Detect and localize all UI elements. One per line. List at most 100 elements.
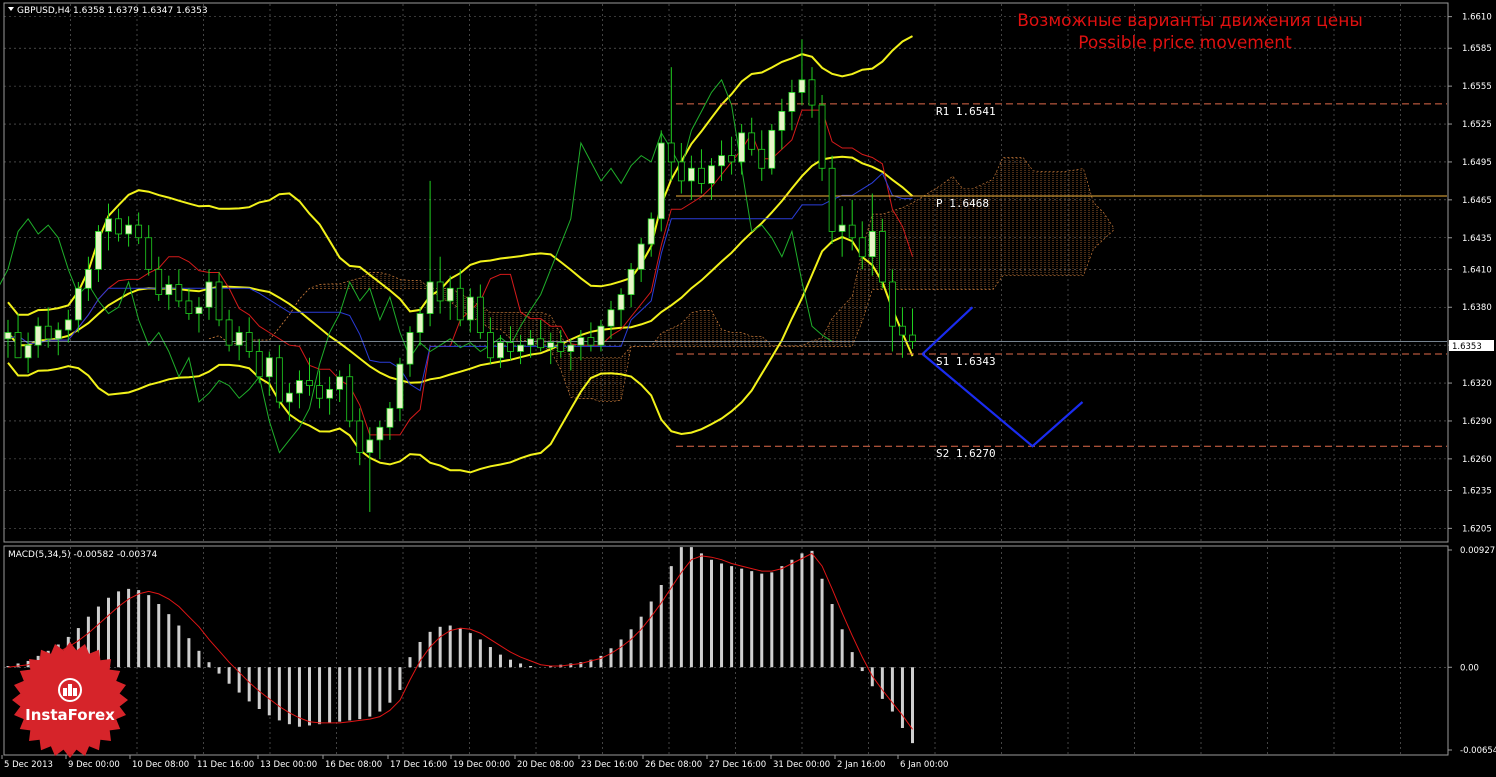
- candle-body: [14, 332, 22, 359]
- candle-body: [507, 342, 514, 352]
- price-tick-label: 1.6205: [1462, 524, 1492, 534]
- time-tick-label: 13 Dec 00:00: [260, 760, 317, 770]
- candle-body: [265, 357, 273, 378]
- instaforex-logo: InstaForex: [12, 642, 128, 758]
- candle-body: [446, 287, 454, 302]
- candle-body: [587, 337, 595, 346]
- candle-body: [155, 268, 163, 296]
- candle-body: [486, 332, 494, 359]
- time-tick-label: 26 Dec 08:00: [645, 760, 702, 770]
- time-tick-label: 9 Dec 00:00: [68, 760, 120, 770]
- candle-body: [577, 337, 585, 346]
- candle-body: [527, 338, 534, 346]
- chart-title: Возможные варианты движения цены: [1017, 11, 1363, 31]
- candle-body: [688, 167, 695, 182]
- price-tick-label: 1.6495: [1462, 158, 1492, 168]
- candle-body: [818, 104, 826, 169]
- candle-body: [547, 342, 555, 349]
- candle-body: [64, 319, 72, 331]
- candle-body: [728, 155, 735, 163]
- price-tick-label: 1.6410: [1462, 265, 1492, 275]
- candle-body: [336, 376, 344, 390]
- level-label: R1 1.6541: [936, 105, 996, 118]
- price-tick-label: 1.6585: [1462, 44, 1492, 54]
- candle-body: [848, 224, 856, 239]
- candle-body: [225, 319, 233, 346]
- macd-tick-label: 0.00: [1460, 663, 1479, 673]
- candle-body: [667, 142, 675, 163]
- price-tick-label: 1.6235: [1462, 486, 1492, 496]
- time-tick-label: 20 Dec 08:00: [517, 760, 574, 770]
- candle-body: [798, 79, 806, 93]
- candle-body: [44, 325, 52, 340]
- chart-svg[interactable]: R1 1.6541 P 1.6468 S1 1.6343 S2 1.6270 1.66…: [0, 0, 1496, 773]
- candle-body: [326, 388, 334, 399]
- time-tick-label: 10 Dec 08:00: [132, 760, 189, 770]
- candle-body: [165, 284, 173, 296]
- macd-tick-label: -0.00654: [1460, 746, 1496, 756]
- candle-body: [788, 92, 796, 112]
- candle-body: [718, 155, 725, 167]
- candle-body: [497, 342, 504, 359]
- candle-body: [456, 287, 464, 321]
- candle-body: [537, 338, 545, 349]
- candle-body: [316, 385, 323, 399]
- candle-body: [436, 281, 444, 302]
- candle-body: [416, 313, 424, 333]
- candle-body: [868, 231, 876, 258]
- candle-body: [889, 281, 896, 327]
- candle-body: [215, 281, 223, 321]
- level-label: P 1.6468: [936, 197, 989, 210]
- candle-body: [205, 281, 213, 308]
- time-tick-label: 27 Dec 16:00: [709, 760, 766, 770]
- level-label: S1 1.6343: [936, 355, 996, 368]
- candle-body: [708, 165, 715, 184]
- candle-body: [878, 231, 886, 283]
- candle-body: [899, 325, 906, 336]
- candle-body: [115, 218, 122, 235]
- candle-body: [125, 224, 132, 235]
- candle-body: [517, 344, 524, 352]
- candle-body: [647, 218, 655, 245]
- candle-body: [858, 237, 866, 258]
- candle-body: [627, 268, 635, 296]
- candle-body: [195, 306, 203, 314]
- candle-body: [909, 334, 916, 342]
- candle-body: [356, 420, 364, 453]
- candle-body: [698, 167, 705, 184]
- candle-body: [677, 161, 685, 182]
- candle-body: [567, 344, 575, 352]
- candle-body: [185, 300, 193, 314]
- candle-body: [426, 281, 434, 314]
- logo-text: InstaForex: [25, 706, 115, 724]
- time-tick-label: 6 Jan 00:00: [900, 760, 948, 770]
- time-tick-label: 23 Dec 16:00: [581, 760, 638, 770]
- candle-body: [346, 376, 354, 422]
- price-tick-label: 1.6465: [1462, 196, 1492, 206]
- candle-body: [768, 129, 776, 169]
- candle-body: [476, 296, 484, 333]
- candle-body: [748, 132, 756, 150]
- candle-body: [617, 294, 625, 311]
- candle-body: [607, 309, 615, 327]
- macd-tick-label: 0.00927: [1460, 546, 1495, 556]
- candle-body: [557, 342, 565, 352]
- time-tick-label: 16 Dec 08:00: [325, 760, 382, 770]
- candle-body: [406, 332, 414, 365]
- symbol-header: GBPUSD,H4 1.6358 1.6379 1.6347 1.6353: [17, 6, 208, 16]
- price-tick-label: 1.6555: [1462, 82, 1492, 92]
- price-tick-label: 1.6290: [1462, 417, 1492, 427]
- current-price-value: 1.6353: [1452, 342, 1482, 352]
- candle-body: [145, 237, 153, 270]
- candle-body: [466, 296, 474, 321]
- candle-body: [396, 363, 404, 409]
- time-tick-label: 31 Dec 00:00: [773, 760, 830, 770]
- candle-body: [285, 392, 293, 403]
- time-tick-label: 2 Jan 16:00: [837, 760, 885, 770]
- candle-body: [637, 243, 645, 270]
- candle-body: [85, 268, 92, 289]
- candle-body: [828, 167, 836, 232]
- candle-body: [738, 132, 746, 163]
- price-tick-label: 1.6260: [1462, 455, 1492, 465]
- candle-body: [24, 344, 32, 359]
